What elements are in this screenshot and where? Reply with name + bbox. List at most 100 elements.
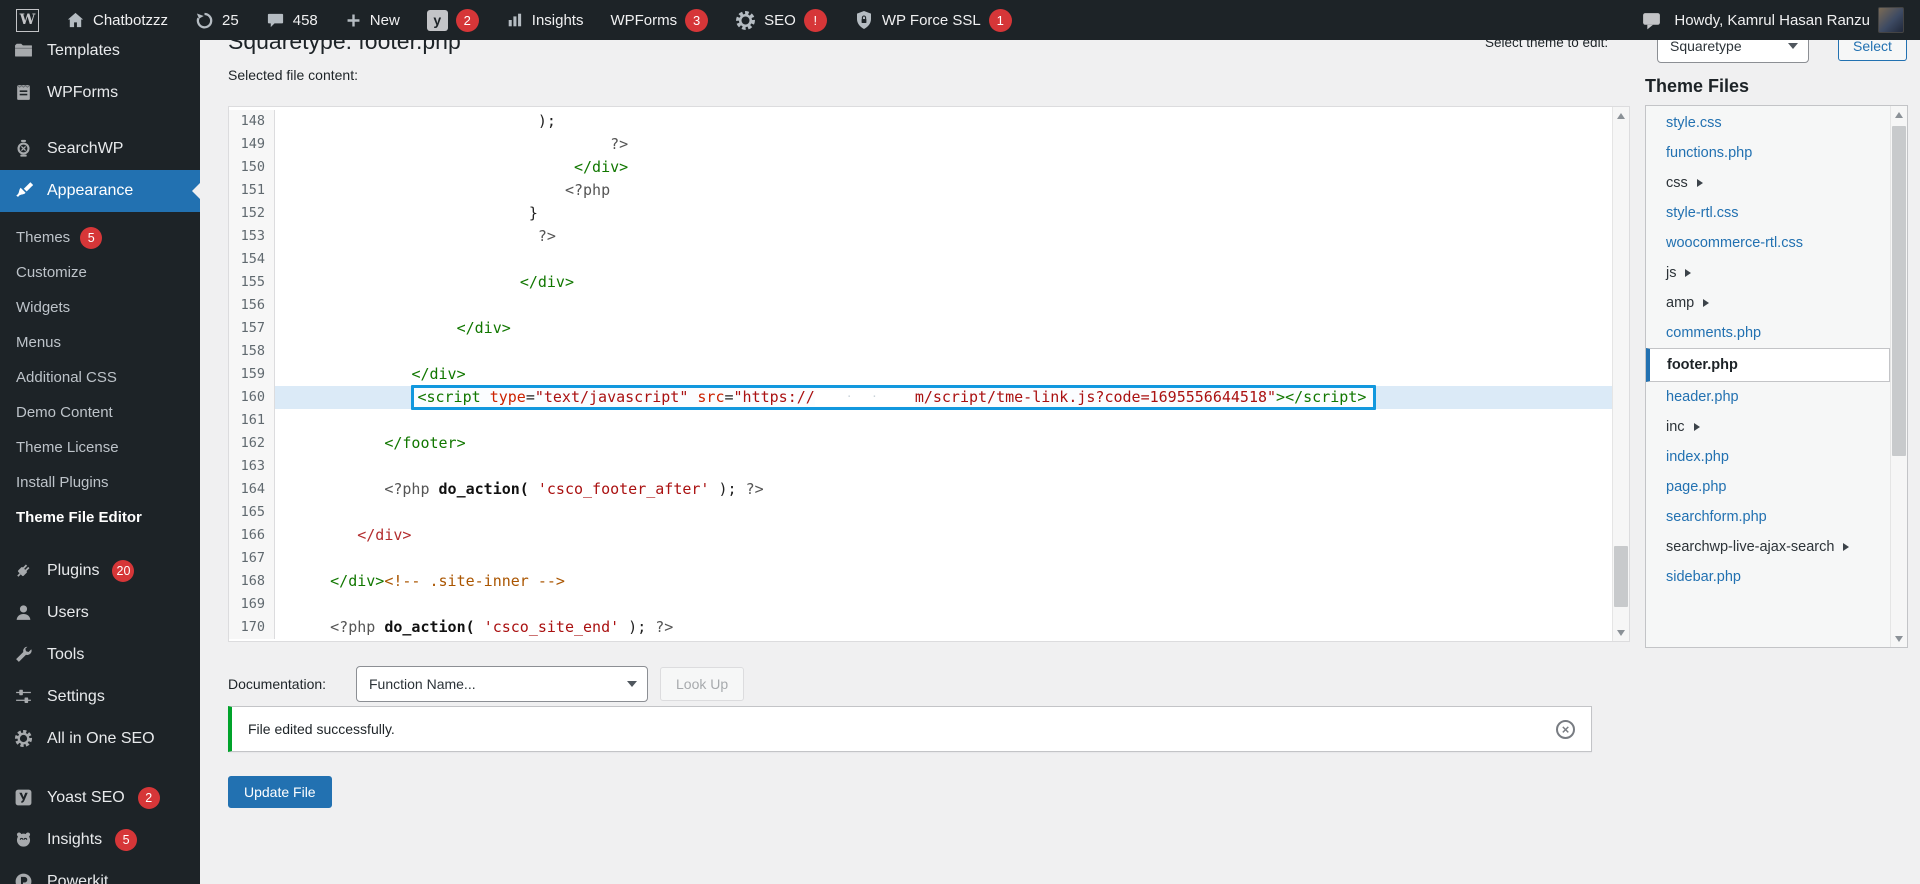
sidebar-item-label: Plugins [47,562,99,580]
code-line-165[interactable]: 165 [229,501,1612,524]
code-line-150[interactable]: 150 </div> [229,156,1612,179]
wpforms-notification-badge: 3 [685,9,708,32]
theme-folder-js[interactable]: js [1646,258,1890,288]
chevron-down-icon [627,681,637,687]
sidebar-item-demo-content[interactable]: Demo Content [0,395,200,430]
editor-scrollbar-thumb[interactable] [1614,546,1628,607]
site-name-menu[interactable]: Chatbotzzz [66,11,168,30]
code-line-157[interactable]: 157 </div> [229,317,1612,340]
function-name-dropdown[interactable]: Function Name... [356,666,648,702]
update-file-button[interactable]: Update File [228,776,332,808]
filelist-scrollbar-thumb[interactable] [1892,126,1906,456]
code-editor[interactable]: 148 );149 ?>150 </div>151 <?php152 }153 [228,106,1630,642]
theme-folder-amp[interactable]: amp [1646,288,1890,318]
sidebar-item-theme-license[interactable]: Theme License [0,430,200,465]
sidebar-item-searchwp[interactable]: SearchWP [0,128,200,170]
chat-bubble-icon[interactable] [1641,10,1662,31]
theme-file-functions-php[interactable]: functions.php [1646,138,1890,168]
theme-file-style-rtl-css[interactable]: style-rtl.css [1646,198,1890,228]
code-line-151[interactable]: 151 <?php [229,179,1612,202]
theme-file-page-php[interactable]: page.php [1646,472,1890,502]
code-line-152[interactable]: 152 } [229,202,1612,225]
file-label: searchwp-live-ajax-search [1666,532,1834,562]
scroll-down-icon[interactable] [1613,624,1629,641]
code-line-content: <?php do_action( 'csco_site_end' ); ?> [275,616,673,639]
theme-folder-searchwp-live-ajax-search[interactable]: searchwp-live-ajax-search [1646,532,1890,562]
scroll-up-icon[interactable] [1613,107,1629,124]
code-line-159[interactable]: 159 </div> [229,363,1612,386]
sidebar-item-tools[interactable]: Tools [0,634,200,676]
scroll-up-icon[interactable] [1891,106,1907,123]
sidebar-item-plugins[interactable]: Plugins 20 [0,550,200,592]
code-line-168[interactable]: 168 </div><!-- .site-inner --> [229,570,1612,593]
yoast-menu[interactable]: y 2 [427,9,479,32]
sidebar-item-users[interactable]: Users [0,592,200,634]
filelist-scrollbar[interactable] [1890,106,1907,647]
theme-file-sidebar-php[interactable]: sidebar.php [1646,562,1890,592]
wpforms-menu[interactable]: WPForms 3 [610,9,708,32]
theme-folder-css[interactable]: css [1646,168,1890,198]
sidebar-item-all-in-one-seo[interactable]: All in One SEO [0,718,200,760]
count-badge: 20 [112,560,134,582]
my-account-menu[interactable]: Howdy, Kamrul Hasan Ranzu [1674,7,1904,33]
theme-file-searchform-php[interactable]: searchform.php [1646,502,1890,532]
code-line-164[interactable]: 164 <?php do_action( 'csco_footer_after'… [229,478,1612,501]
dismiss-notice-icon[interactable]: × [1556,720,1575,739]
wordpress-logo-menu[interactable]: W [16,9,39,32]
theme-file-woocommerce-rtl-css[interactable]: woocommerce-rtl.css [1646,228,1890,258]
theme-file-index-php[interactable]: index.php [1646,442,1890,472]
sidebar-item-additional-css[interactable]: Additional CSS [0,360,200,395]
theme-file-header-php[interactable]: header.php [1646,382,1890,412]
sidebar-item-widgets[interactable]: Widgets [0,290,200,325]
sidebar-item-templates[interactable]: Templates [0,40,200,72]
sidebar-item-powerkit[interactable]: Powerkit [0,861,200,884]
line-number: 165 [229,501,275,524]
code-line-content: </div> [275,524,411,547]
code-line-content: </div><!-- .site-inner --> [275,570,565,593]
theme-folder-inc[interactable]: inc [1646,412,1890,442]
code-lines: 148 );149 ?>150 </div>151 <?php152 }153 [229,110,1612,639]
insights-label: Insights [532,12,584,29]
scroll-down-icon[interactable] [1891,630,1907,647]
comments-menu[interactable]: 458 [266,11,318,30]
theme-file-style-css[interactable]: style.css [1646,108,1890,138]
code-line-content [275,547,285,570]
code-line-153[interactable]: 153 ?> [229,225,1612,248]
seo-menu[interactable]: SEO ! [735,9,827,32]
code-line-162[interactable]: 162 </footer> [229,432,1612,455]
code-line-156[interactable]: 156 [229,294,1612,317]
sidebar-item-theme-file-editor[interactable]: Theme File Editor [0,500,200,535]
code-line-148[interactable]: 148 ); [229,110,1612,133]
sidebar-item-settings[interactable]: Settings [0,676,200,718]
insights-menu[interactable]: Insights [506,11,584,29]
sidebar-item-customize[interactable]: Customize [0,255,200,290]
code-line-155[interactable]: 155 </div> [229,271,1612,294]
sidebar-item-menus[interactable]: Menus [0,325,200,360]
sidebar-item-appearance[interactable]: Appearance [0,170,200,212]
wp-force-ssl-menu[interactable]: WP Force SSL 1 [854,9,1012,32]
sidebar-item-yoast-seo[interactable]: Yoast SEO2 [0,777,200,819]
lookup-button[interactable]: Look Up [660,667,744,701]
sidebar-item-themes[interactable]: Themes5 [0,212,200,255]
code-line-167[interactable]: 167 [229,547,1612,570]
sidebar-item-wpforms[interactable]: WPForms [0,72,200,114]
code-line-166[interactable]: 166 </div> [229,524,1612,547]
code-line-149[interactable]: 149 ?> [229,133,1612,156]
code-line-158[interactable]: 158 [229,340,1612,363]
sidebar-item-install-plugins[interactable]: Install Plugins [0,465,200,500]
code-line-169[interactable]: 169 [229,593,1612,616]
code-line-170[interactable]: 170 <?php do_action( 'csco_site_end' ); … [229,616,1612,639]
code-line-154[interactable]: 154 [229,248,1612,271]
code-line-160[interactable]: 160 <script type="text/javascript" src="… [229,386,1612,409]
seo-label: SEO [764,12,796,29]
editor-scrollbar[interactable] [1612,107,1629,641]
code-line-163[interactable]: 163 [229,455,1612,478]
theme-file-comments-php[interactable]: comments.php [1646,318,1890,348]
updates-menu[interactable]: 25 [195,11,239,30]
code-line-161[interactable]: 161 [229,409,1612,432]
success-notice: File edited successfully. × [228,706,1592,752]
new-content-menu[interactable]: New [345,12,400,29]
theme-file-footer-php[interactable]: footer.php [1646,348,1890,382]
sidebar-item-insights[interactable]: Insights5 [0,819,200,861]
code-line-content [275,340,285,363]
